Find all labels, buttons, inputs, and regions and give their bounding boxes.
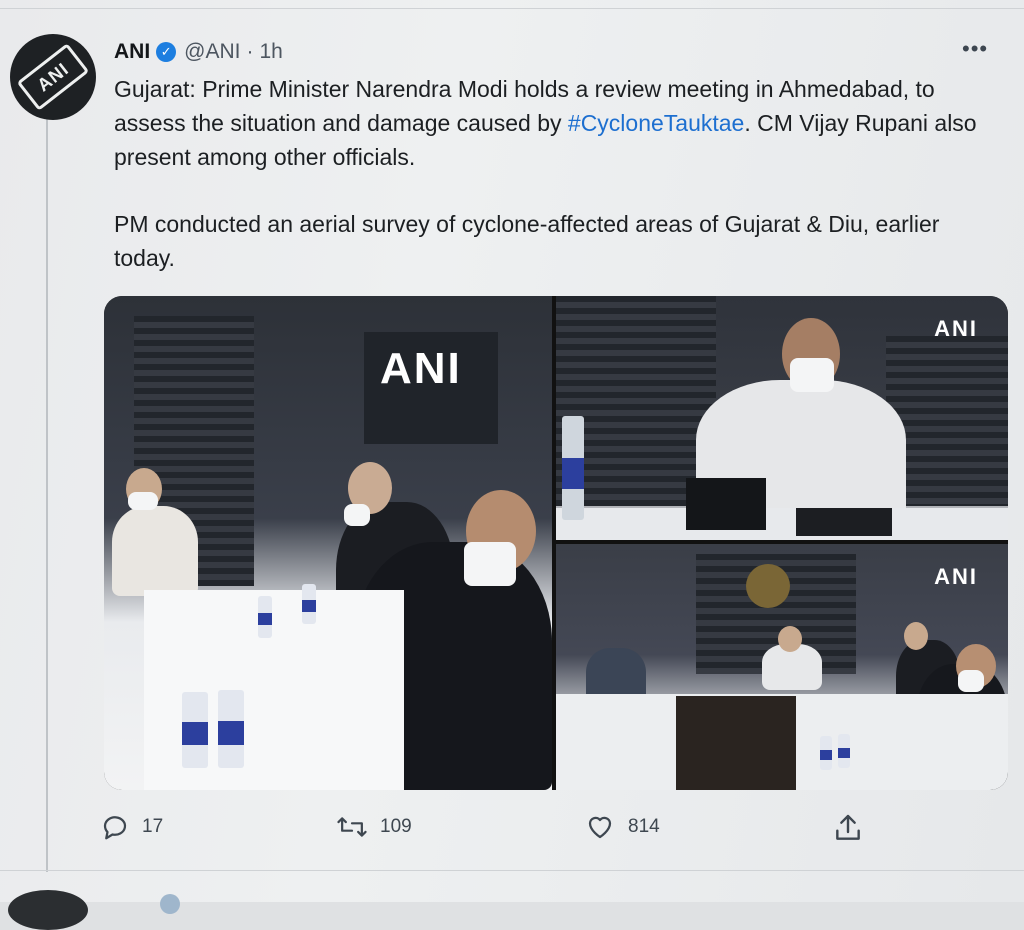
person-head bbox=[778, 626, 802, 652]
tweet-paragraph-2: PM conducted an aerial survey of cyclone… bbox=[114, 211, 940, 271]
water-bottle bbox=[820, 736, 832, 770]
photo-3[interactable]: ANI bbox=[556, 544, 1008, 790]
avatar[interactable]: ANI bbox=[10, 34, 96, 120]
verified-badge-icon: ✓ bbox=[156, 42, 177, 62]
photo-grid[interactable]: ANI ANI ANI bbox=[104, 296, 1008, 790]
timestamp[interactable]: 1h bbox=[260, 40, 283, 64]
tweet-header: ANI ✓ @ANI · 1h bbox=[114, 38, 283, 66]
divider bbox=[0, 870, 1024, 871]
separator: · bbox=[246, 40, 254, 63]
face-mask bbox=[344, 504, 370, 526]
next-tweet-badge-icon bbox=[160, 894, 180, 914]
thread-line bbox=[46, 112, 48, 872]
twitter-timeline: ANI ANI ✓ @ANI · 1h ••• Gujarat: Prime M… bbox=[0, 0, 1024, 930]
retweet-button[interactable]: 109 bbox=[336, 812, 412, 842]
table-center bbox=[676, 696, 796, 790]
face-mask bbox=[128, 492, 158, 510]
ani-watermark: ANI bbox=[934, 316, 978, 341]
divider bbox=[0, 8, 1024, 9]
meeting-table bbox=[556, 508, 1008, 540]
next-tweet-avatar[interactable] bbox=[8, 890, 88, 930]
more-options-icon[interactable]: ••• bbox=[962, 36, 988, 62]
laptop bbox=[686, 478, 766, 530]
heart-icon bbox=[584, 812, 616, 842]
like-count: 814 bbox=[628, 816, 660, 837]
reply-count: 17 bbox=[142, 816, 164, 837]
ani-watermark: ANI bbox=[380, 344, 462, 393]
desk-device bbox=[796, 508, 892, 536]
face-mask bbox=[958, 670, 984, 692]
water-bottle bbox=[302, 584, 316, 624]
tweet-actions: 17 109 814 bbox=[100, 812, 880, 852]
retweet-icon bbox=[336, 812, 368, 842]
ani-watermark: ANI bbox=[934, 564, 978, 589]
author-name[interactable]: ANI bbox=[114, 40, 150, 64]
water-bottle bbox=[562, 416, 584, 520]
reply-button[interactable]: 17 bbox=[100, 812, 163, 842]
water-bottle bbox=[182, 692, 208, 768]
person-head bbox=[904, 622, 928, 650]
face-mask bbox=[790, 358, 834, 392]
face-mask bbox=[464, 542, 516, 586]
retweet-count: 109 bbox=[380, 816, 412, 837]
share-icon bbox=[832, 812, 864, 844]
hashtag-link[interactable]: #CycloneTauktae bbox=[568, 110, 744, 136]
photo-1[interactable]: ANI bbox=[104, 296, 552, 790]
water-bottle bbox=[218, 690, 244, 768]
like-button[interactable]: 814 bbox=[584, 812, 660, 842]
share-button[interactable] bbox=[832, 812, 876, 844]
tweet-text: Gujarat: Prime Minister Narendra Modi ho… bbox=[114, 72, 994, 275]
reply-icon bbox=[100, 812, 130, 842]
water-bottle bbox=[838, 734, 850, 768]
tweet-paragraph-1: Gujarat: Prime Minister Narendra Modi ho… bbox=[114, 72, 994, 174]
ani-logo-icon: ANI bbox=[16, 43, 90, 111]
emblem bbox=[746, 564, 790, 608]
author-handle[interactable]: @ANI bbox=[184, 40, 240, 64]
person bbox=[112, 506, 198, 596]
photo-2[interactable]: ANI bbox=[556, 296, 1008, 540]
water-bottle bbox=[258, 596, 272, 638]
